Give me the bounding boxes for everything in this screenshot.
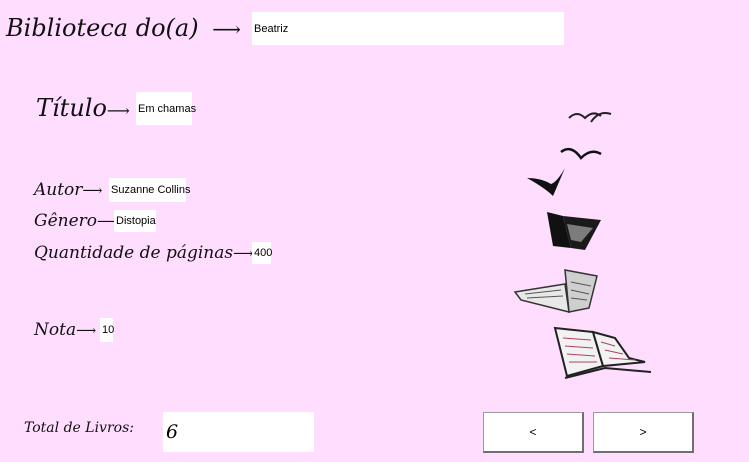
total-books-label: Total de Livros: bbox=[24, 420, 134, 436]
author-label: Autor⟶ bbox=[34, 180, 103, 200]
title-field[interactable]: Em chamas bbox=[136, 92, 196, 125]
rating-value: 10 bbox=[102, 324, 115, 336]
title-value: Em chamas bbox=[138, 102, 197, 115]
arrow-icon: ⟶ bbox=[212, 17, 241, 41]
author-value: Suzanne Collins bbox=[111, 184, 191, 196]
flying-books-icon bbox=[513, 112, 652, 379]
arrow-icon: ⟶ bbox=[233, 246, 254, 262]
rating-label: Nota⟶ bbox=[34, 320, 97, 340]
owner-name-field[interactable]: Beatriz bbox=[252, 12, 564, 45]
genre-value: Distopia bbox=[116, 215, 156, 227]
arrow-icon: ⟶ bbox=[82, 183, 103, 199]
pages-label: Quantidade de páginas⟶ bbox=[34, 243, 254, 263]
pages-value: 400 bbox=[254, 247, 273, 259]
arrow-icon: ⟶ bbox=[106, 101, 130, 120]
previous-button[interactable]: < bbox=[483, 412, 584, 453]
owner-name-value: Beatriz bbox=[254, 22, 289, 35]
chevron-right-icon: > bbox=[639, 425, 647, 439]
chevron-left-icon: < bbox=[529, 425, 537, 439]
genre-field[interactable]: Distopia bbox=[114, 210, 156, 232]
total-books-field[interactable]: 6 bbox=[163, 412, 314, 452]
genre-label: Gênero⟶ bbox=[34, 211, 118, 231]
rating-field[interactable]: 10 bbox=[100, 318, 115, 342]
arrow-icon: ⟶ bbox=[76, 323, 97, 339]
total-books-value: 6 bbox=[166, 421, 179, 443]
library-label: Biblioteca do(a) ⟶ bbox=[6, 14, 241, 42]
title-label: Título⟶ bbox=[36, 94, 130, 122]
next-button[interactable]: > bbox=[593, 412, 694, 453]
author-field[interactable]: Suzanne Collins bbox=[109, 178, 191, 202]
pages-field[interactable]: 400 bbox=[252, 242, 273, 264]
